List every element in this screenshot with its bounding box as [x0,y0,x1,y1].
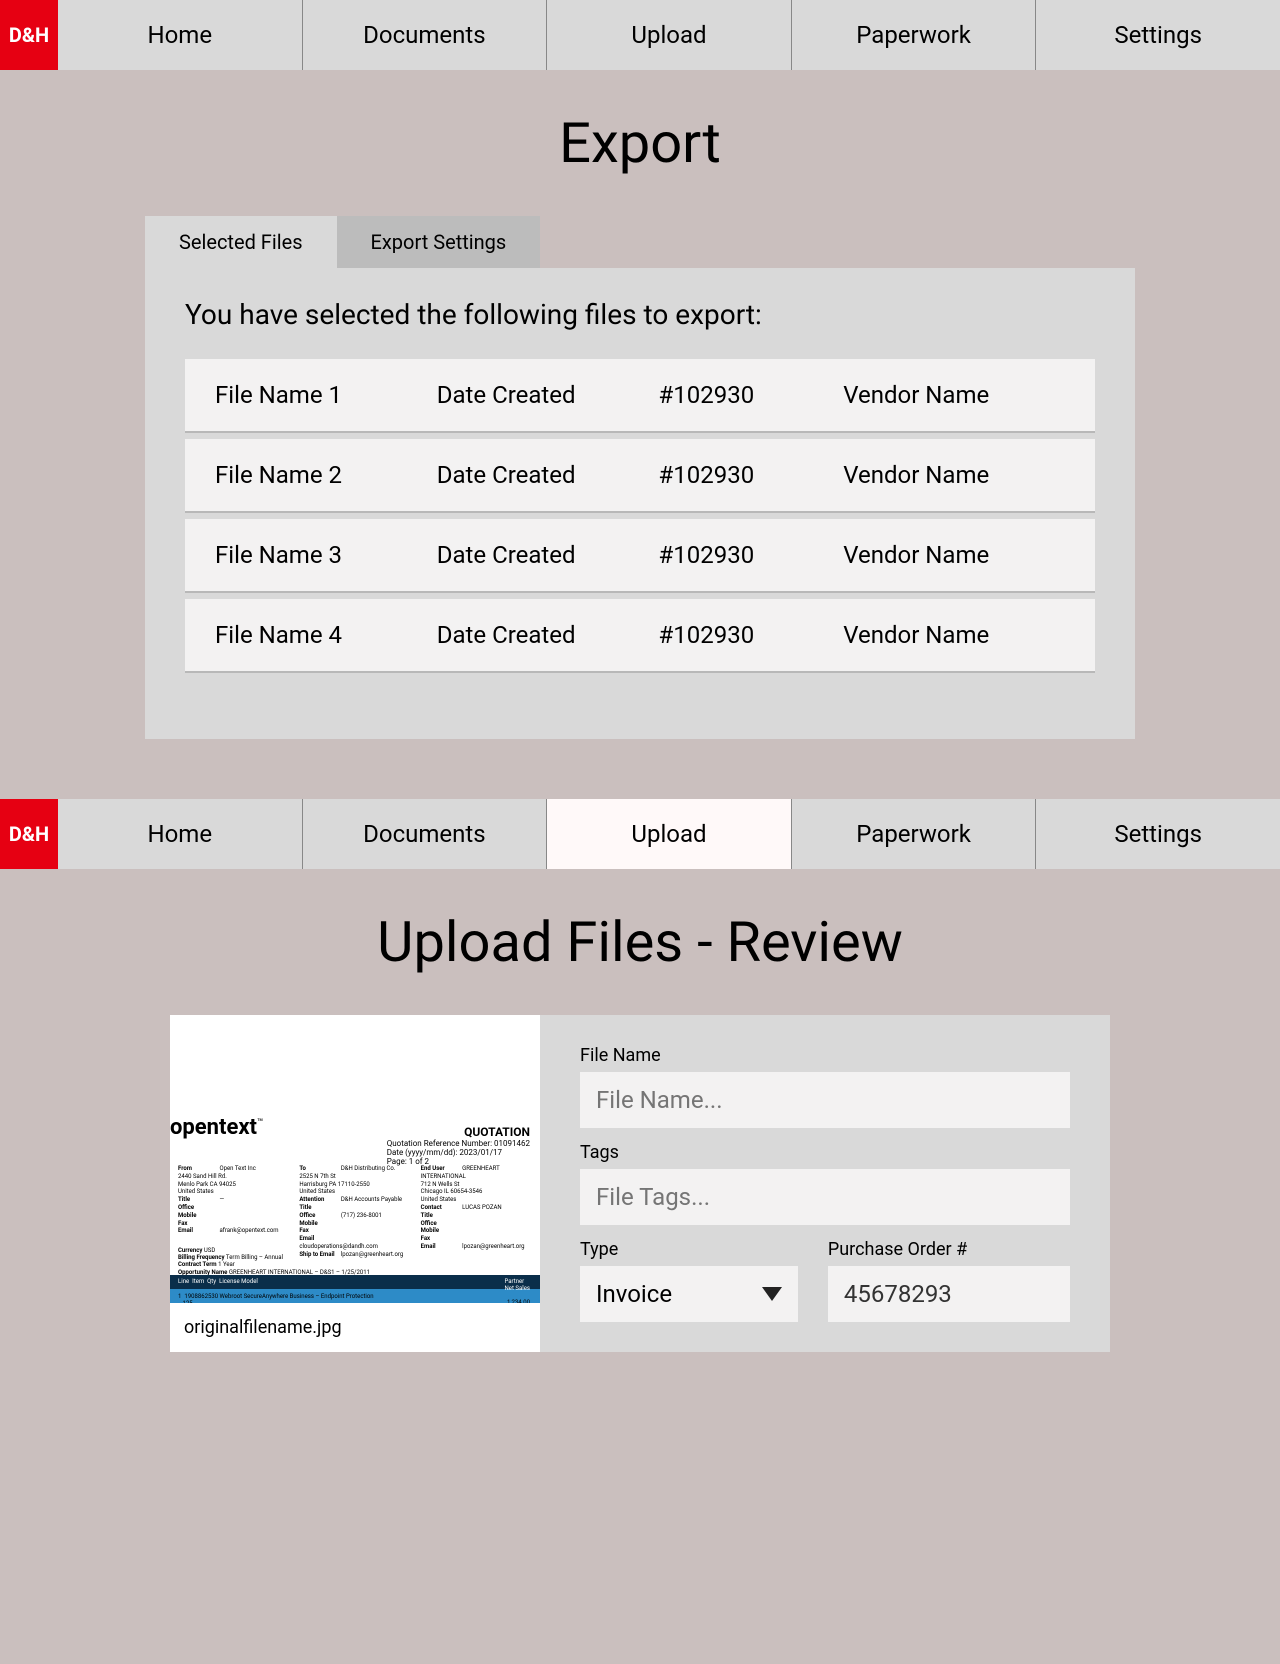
file-number: #102930 [658,461,843,489]
file-name: File Name 2 [215,461,437,489]
type-label: Type [580,1239,798,1260]
nav-settings[interactable]: Settings [1036,0,1280,70]
upload-form: File Name Tags Type Invoice Purchase Ord… [540,1015,1110,1352]
doc-ref: Quotation Reference Number: 01091462 [387,1139,530,1148]
doc-date: Date (yyyy/mm/dd): 2023/01/17 [387,1148,530,1157]
document-preview: opentext™ QUOTATION Quotation Reference … [170,1015,540,1352]
file-name: File Name 1 [215,381,437,409]
export-panel-body: You have selected the following files to… [145,268,1135,739]
export-panel: Selected Files Export Settings You have … [145,216,1135,739]
file-number: #102930 [658,621,843,649]
nav-documents[interactable]: Documents [303,0,548,70]
file-vendor: Vendor Name [843,541,1065,569]
doc-header-block: QUOTATION Quotation Reference Number: 01… [387,1125,530,1166]
export-screen: D&H Home Documents Upload Paperwork Sett… [0,0,1280,739]
file-row[interactable]: File Name 1 Date Created #102930 Vendor … [185,359,1095,433]
nav-upload[interactable]: Upload [547,799,792,869]
nav-home[interactable]: Home [58,0,303,70]
file-vendor: Vendor Name [843,621,1065,649]
type-select-value: Invoice [596,1280,672,1308]
nav-home[interactable]: Home [58,799,303,869]
brand-logo: D&H [0,799,58,869]
brand-logo: D&H [0,0,58,70]
nav-paperwork[interactable]: Paperwork [792,799,1037,869]
page-title: Export [0,70,1280,216]
file-name-label: File Name [580,1045,1070,1066]
document-thumbnail[interactable]: opentext™ QUOTATION Quotation Reference … [170,1015,540,1303]
top-nav: D&H Home Documents Upload Paperwork Sett… [0,0,1280,70]
doc-address-columns: From Open Text Inc 2440 Sand Hill Rd. Me… [178,1165,532,1259]
file-name: File Name 3 [215,541,437,569]
tags-label: Tags [580,1142,1070,1163]
file-name: File Name 4 [215,621,437,649]
file-number: #102930 [658,381,843,409]
file-vendor: Vendor Name [843,381,1065,409]
upload-review-screen: D&H Home Documents Upload Paperwork Sett… [0,799,1280,1352]
top-nav: D&H Home Documents Upload Paperwork Sett… [0,799,1280,869]
file-date: Date Created [437,541,659,569]
nav-settings[interactable]: Settings [1036,799,1280,869]
file-date: Date Created [437,621,659,649]
page-title: Upload Files - Review [0,869,1280,1015]
nav-upload[interactable]: Upload [547,0,792,70]
tab-selected-files[interactable]: Selected Files [145,216,337,268]
chevron-down-icon [762,1287,782,1301]
po-label: Purchase Order # [828,1239,1070,1260]
file-row[interactable]: File Name 3 Date Created #102930 Vendor … [185,519,1095,593]
tags-input[interactable] [580,1169,1070,1225]
file-name-input[interactable] [580,1072,1070,1128]
nav-paperwork[interactable]: Paperwork [792,0,1037,70]
file-number: #102930 [658,541,843,569]
type-select[interactable]: Invoice [580,1266,798,1322]
export-tabs: Selected Files Export Settings [145,216,1135,268]
nav-documents[interactable]: Documents [303,799,548,869]
export-intro-text: You have selected the following files to… [185,298,1095,331]
file-vendor: Vendor Name [843,461,1065,489]
file-row[interactable]: File Name 2 Date Created #102930 Vendor … [185,439,1095,513]
file-date: Date Created [437,461,659,489]
po-input[interactable] [828,1266,1070,1322]
file-date: Date Created [437,381,659,409]
doc-heading: QUOTATION [387,1125,530,1139]
upload-panel: opentext™ QUOTATION Quotation Reference … [170,1015,1110,1352]
tab-export-settings[interactable]: Export Settings [337,216,541,268]
preview-filename: originalfilename.jpg [170,1303,540,1352]
file-row[interactable]: File Name 4 Date Created #102930 Vendor … [185,599,1095,673]
